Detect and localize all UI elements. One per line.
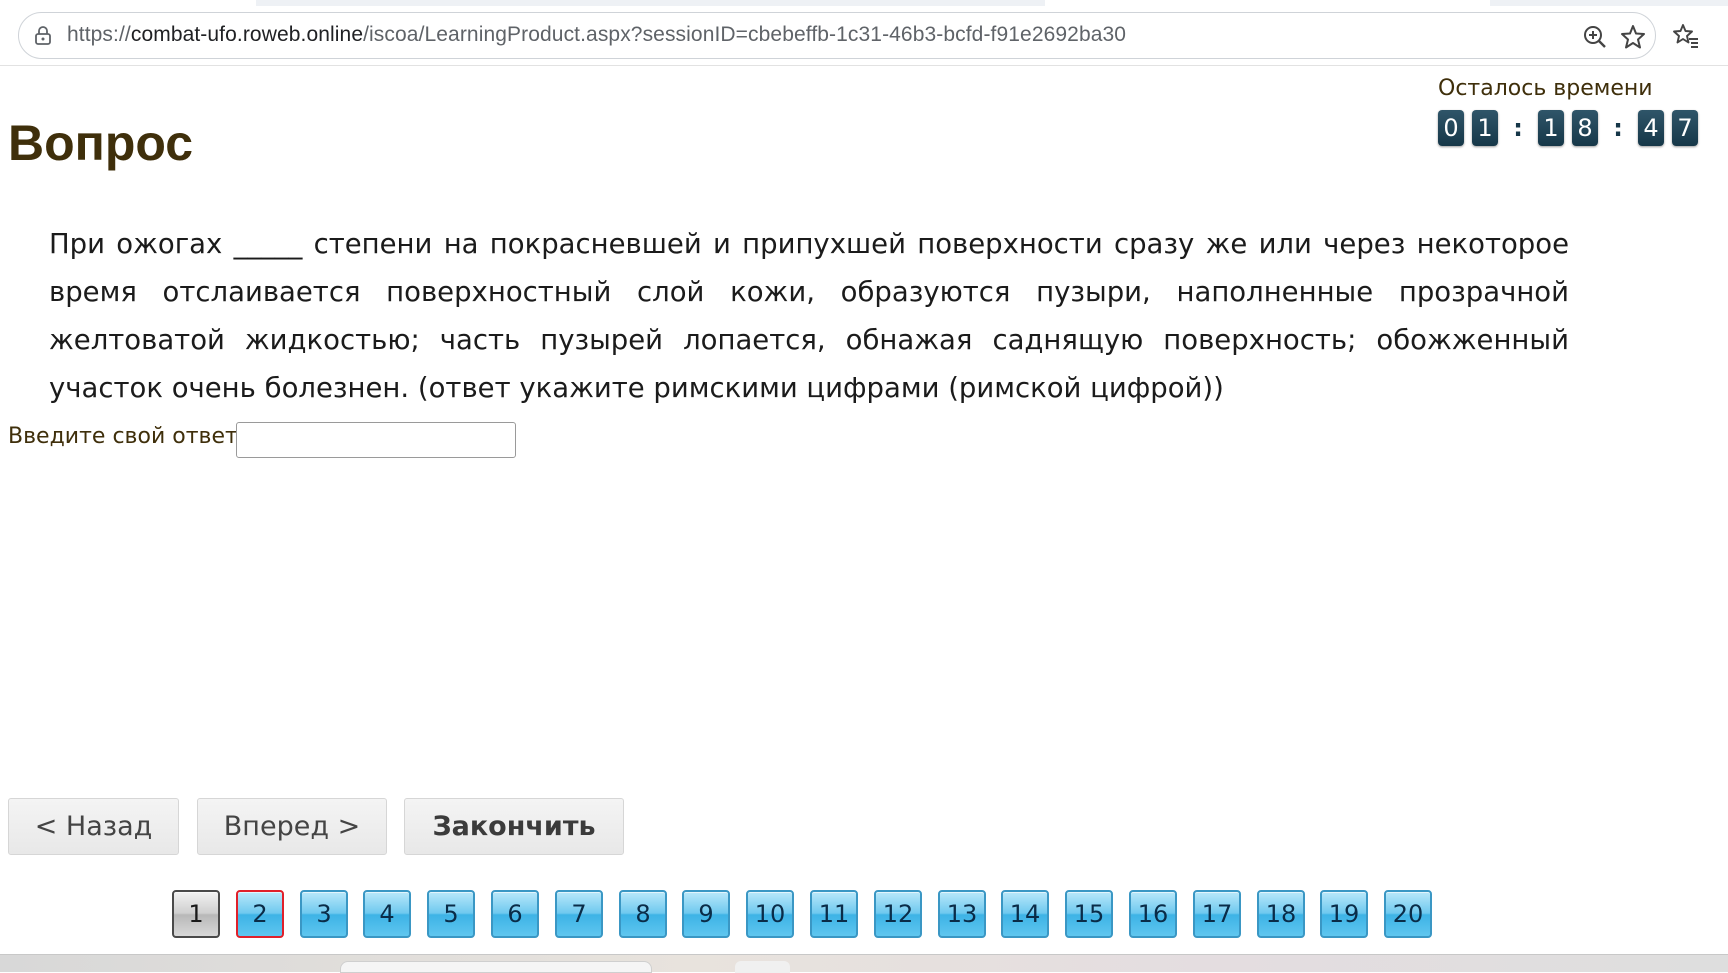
browser-toolbar: https://combat-ufo.roweb.online/iscoa/Le…: [0, 0, 1728, 66]
finish-button[interactable]: Закончить: [404, 798, 624, 855]
taskbar-item[interactable]: [735, 961, 790, 973]
zoom-icon[interactable]: [1581, 23, 1609, 51]
bookmark-star-icon[interactable]: [1619, 23, 1647, 51]
question-page-button[interactable]: 8: [619, 890, 667, 938]
question-page-button[interactable]: 18: [1257, 890, 1305, 938]
question-page-button[interactable]: 5: [427, 890, 475, 938]
question-page-button[interactable]: 7: [555, 890, 603, 938]
forward-button[interactable]: Вперед >: [197, 798, 387, 855]
favorites-icon[interactable]: [1672, 22, 1700, 50]
timer-label: Осталось времени: [1438, 76, 1653, 101]
url-text[interactable]: https://combat-ufo.roweb.online/iscoa/Le…: [67, 23, 1126, 47]
question-page-button[interactable]: 1: [172, 890, 220, 938]
question-page-button[interactable]: 14: [1001, 890, 1049, 938]
question-page-button[interactable]: 6: [491, 890, 539, 938]
question-page-button[interactable]: 13: [938, 890, 986, 938]
taskbar-item[interactable]: [340, 961, 652, 973]
timer-digit: 8: [1572, 110, 1598, 146]
answer-label: Введите свой ответ: [8, 424, 238, 449]
page-title: Вопрос: [8, 115, 194, 171]
timer-digit: 7: [1672, 110, 1698, 146]
question-page-button[interactable]: 19: [1320, 890, 1368, 938]
timer-digit: 0: [1438, 110, 1464, 146]
answer-input[interactable]: [236, 422, 516, 458]
timer-digit: 1: [1538, 110, 1564, 146]
timer-digit: 4: [1638, 110, 1664, 146]
question-page-button[interactable]: 15: [1065, 890, 1113, 938]
question-text: При ожогах _____ степени на покрасневшей…: [49, 228, 1569, 404]
question-page-button[interactable]: 3: [300, 890, 348, 938]
question-page-button[interactable]: 17: [1193, 890, 1241, 938]
question-page-button[interactable]: 10: [746, 890, 794, 938]
timer-separator: :: [1613, 114, 1623, 142]
question-page-button[interactable]: 9: [682, 890, 730, 938]
test-page: Вопрос Осталось времени 0 1 : 1 8 : 4 7 …: [0, 66, 1728, 954]
question-page-button[interactable]: 12: [874, 890, 922, 938]
question-page-button[interactable]: 11: [810, 890, 858, 938]
timer-separator: :: [1513, 114, 1523, 142]
question-page-button[interactable]: 4: [363, 890, 411, 938]
timer-digit: 1: [1472, 110, 1498, 146]
back-button[interactable]: < Назад: [8, 798, 179, 855]
address-bar[interactable]: https://combat-ufo.roweb.online/iscoa/Le…: [18, 12, 1656, 59]
question-page-button[interactable]: 2: [236, 890, 284, 938]
countdown-timer: 0 1 : 1 8 : 4 7: [1438, 110, 1706, 146]
question-page-button[interactable]: 20: [1384, 890, 1432, 938]
question-page-button[interactable]: 16: [1129, 890, 1177, 938]
lock-icon[interactable]: [31, 24, 55, 48]
taskbar: [0, 954, 1728, 973]
tab-strip: [0, 0, 1728, 6]
